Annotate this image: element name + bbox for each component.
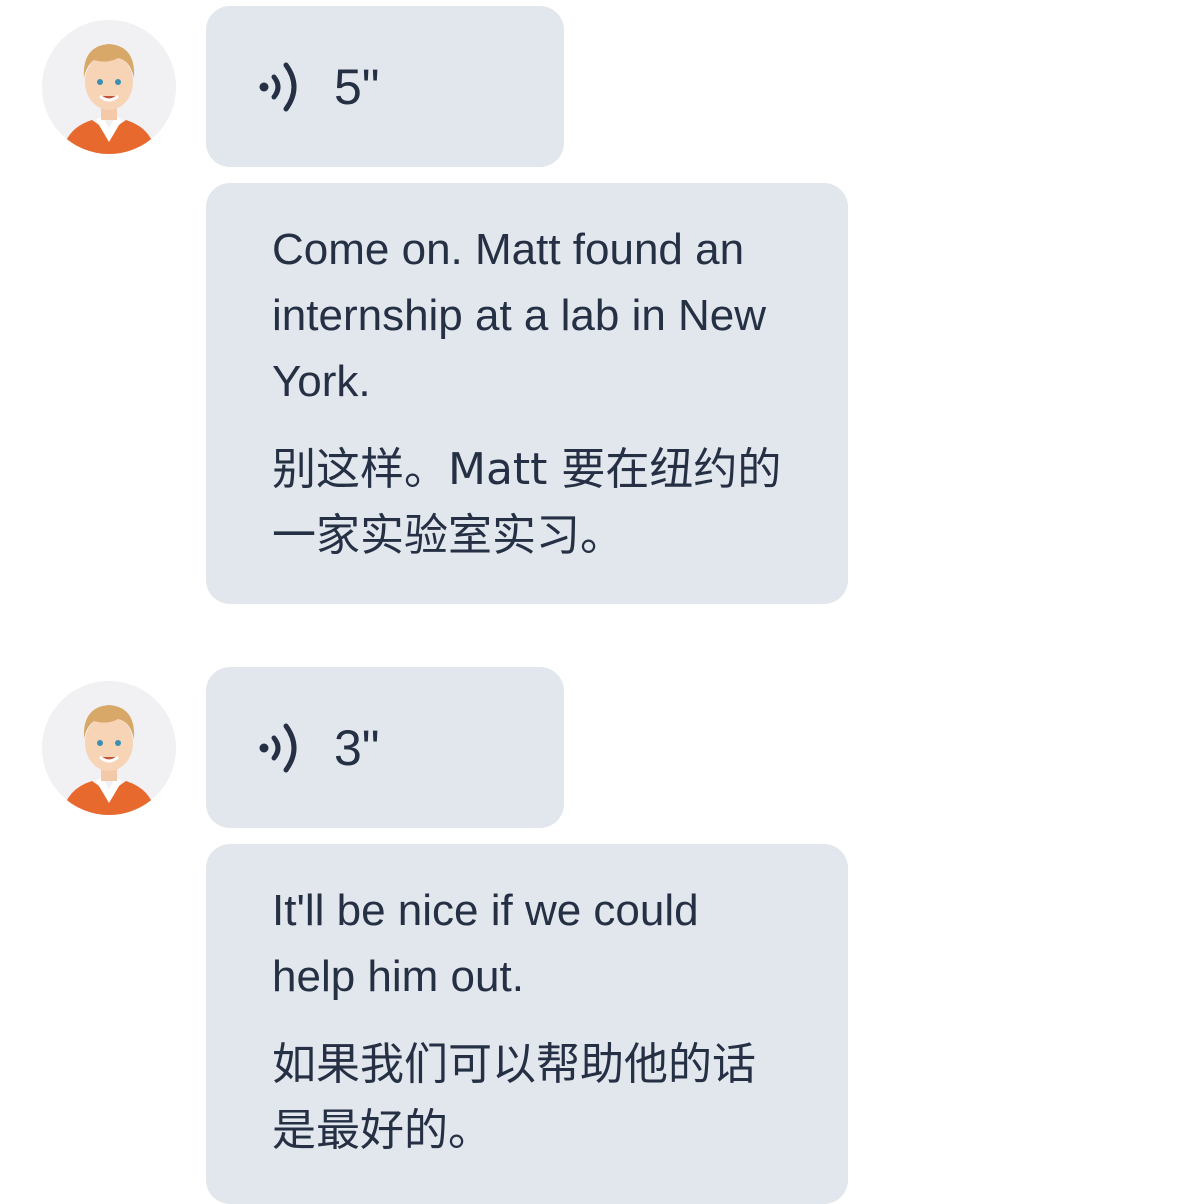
- voice-duration: 5": [334, 58, 380, 115]
- chinese-translation: 如果我们可以帮助他的话是最好的。: [272, 1039, 756, 1156]
- english-text: Come on. Matt found an internship at a l…: [272, 225, 767, 406]
- male-avatar-icon: [42, 20, 176, 154]
- transcript-bubble: It'll be nice if we could help him out. …: [206, 844, 848, 1204]
- avatar[interactable]: [42, 681, 176, 815]
- male-avatar-icon: [42, 681, 176, 815]
- sound-wave-icon: [256, 718, 310, 778]
- english-text: It'll be nice if we could help him out.: [272, 886, 699, 1001]
- transcript-bubble: Come on. Matt found an internship at a l…: [206, 183, 848, 604]
- chinese-translation: 别这样。Matt 要在纽约的一家实验室实习。: [272, 444, 782, 561]
- sound-wave-icon: [256, 57, 310, 117]
- avatar[interactable]: [42, 20, 176, 154]
- voice-duration: 3": [334, 719, 380, 776]
- voice-message-button[interactable]: 3": [206, 667, 564, 828]
- voice-message-button[interactable]: 5": [206, 6, 564, 167]
